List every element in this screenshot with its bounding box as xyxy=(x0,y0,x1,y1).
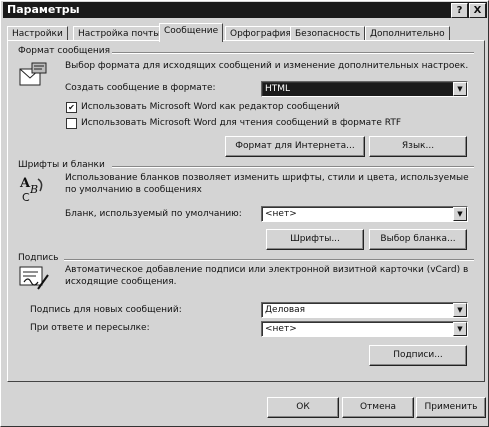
tab-settings[interactable]: Настройки xyxy=(7,26,68,41)
reply-signature-value: <нет> xyxy=(265,324,297,334)
create-format-value: HTML xyxy=(265,84,291,94)
new-signature-select[interactable]: Деловая ▼ xyxy=(261,302,468,318)
fonts-button[interactable]: Шрифты... xyxy=(266,229,364,250)
signature-icon xyxy=(19,266,49,290)
new-signature-label: Подпись для новых сообщений: xyxy=(30,305,182,315)
fonts-description-line1: Использование бланков позволяет изменить… xyxy=(65,173,469,183)
choose-stationery-button[interactable]: Выбор бланка... xyxy=(369,229,467,250)
svg-text:B: B xyxy=(29,183,38,196)
format-section-divider xyxy=(112,52,474,54)
word-rtf-label: Использовать Microsoft Word для чтения с… xyxy=(81,118,402,128)
apply-button[interactable]: Применить xyxy=(416,397,486,418)
internet-format-button[interactable]: Формат для Интернета... xyxy=(225,136,365,157)
stationery-icon: A B C xyxy=(19,176,43,203)
signature-description-line1: Автоматическое добавление подписи или эл… xyxy=(65,265,469,275)
reply-signature-select[interactable]: <нет> ▼ xyxy=(261,321,468,337)
word-editor-label: Использовать Microsoft Word как редактор… xyxy=(81,102,340,112)
ok-button[interactable]: ОК xyxy=(267,397,339,418)
signature-section-title: Подпись xyxy=(18,253,59,263)
signature-description-line2: исходящие сообщения. xyxy=(65,277,177,287)
tab-strip: Настройки Настройка почты Сообщение Орфо… xyxy=(7,21,485,42)
reply-signature-label: При ответе и пересылке: xyxy=(30,323,150,333)
tab-security[interactable]: Безопасность xyxy=(290,26,366,41)
chevron-down-icon[interactable]: ▼ xyxy=(453,322,467,336)
chevron-down-icon[interactable]: ▼ xyxy=(453,303,467,317)
fonts-section-title: Шрифты и бланки xyxy=(18,160,105,170)
fonts-section-divider xyxy=(112,166,474,168)
word-rtf-checkbox[interactable] xyxy=(66,118,77,129)
options-dialog: Параметры ? X Настройки Настройка почты … xyxy=(0,0,489,427)
format-description: Выбор формата для исходящих сообщений и … xyxy=(65,61,469,71)
new-signature-value: Деловая xyxy=(265,305,306,315)
chevron-down-icon[interactable]: ▼ xyxy=(453,82,467,96)
default-stationery-value: <нет> xyxy=(265,209,297,219)
language-button[interactable]: Язык... xyxy=(369,136,467,157)
default-stationery-select[interactable]: <нет> ▼ xyxy=(261,206,468,222)
window-title: Параметры xyxy=(7,3,80,16)
signature-section-divider xyxy=(64,259,474,261)
create-format-label: Создать сообщение в формате: xyxy=(65,83,216,93)
cancel-button[interactable]: Отмена xyxy=(342,397,414,418)
tab-mail-setup[interactable]: Настройка почты xyxy=(73,26,166,41)
word-editor-checkbox[interactable]: ✔ xyxy=(66,102,77,113)
tab-message[interactable]: Сообщение xyxy=(159,23,224,42)
tab-spelling[interactable]: Орфография xyxy=(225,26,296,41)
default-stationery-label: Бланк, используемый по умолчанию: xyxy=(65,209,242,219)
fonts-description-line2: по умолчанию в сообщениях xyxy=(65,185,202,195)
svg-text:C: C xyxy=(22,191,30,203)
title-bar[interactable]: Параметры ? X xyxy=(3,2,487,18)
tab-panel-message: Формат сообщения Выбор формата для исход… xyxy=(7,40,485,382)
help-button[interactable]: ? xyxy=(451,3,468,18)
signatures-button[interactable]: Подписи... xyxy=(369,345,467,366)
format-section-title: Формат сообщения xyxy=(18,46,111,56)
tab-advanced[interactable]: Дополнительно xyxy=(365,26,450,41)
message-format-icon xyxy=(19,62,47,86)
close-button[interactable]: X xyxy=(469,3,486,18)
chevron-down-icon[interactable]: ▼ xyxy=(453,207,467,221)
create-format-select[interactable]: HTML ▼ xyxy=(261,81,468,97)
